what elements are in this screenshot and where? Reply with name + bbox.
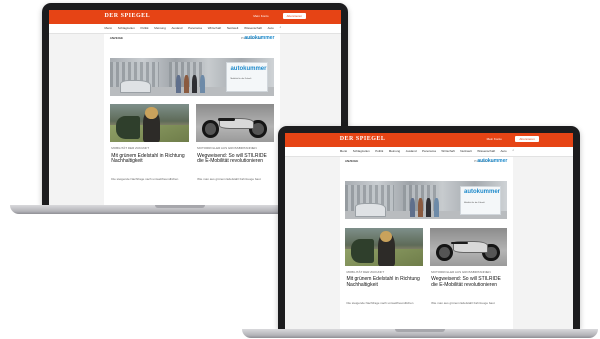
- laptop-front-base: [242, 329, 598, 338]
- content-column: ANZEIGE Präsentiert von autokummer autok…: [339, 157, 513, 329]
- nav-item[interactable]: Menü: [104, 26, 112, 30]
- laptop-front: DER SPIEGEL Mein Konto Abonnieren Menü S…: [240, 124, 600, 339]
- nav-items: Menü Schlagzeilen Politik Meinung Auslan…: [340, 149, 507, 153]
- site-header: DER SPIEGEL Mein Konto Abonnieren: [49, 10, 341, 24]
- ad-box: autokummer Mobilität für die Zukunft: [226, 62, 268, 92]
- ad-label-row: ANZEIGE Präsentiert von autokummer: [109, 35, 275, 43]
- article-card[interactable]: Mobilität der Zukunft Mit grünem Edelsta…: [344, 227, 423, 329]
- laptop-front-lid: DER SPIEGEL Mein Konto Abonnieren Menü S…: [278, 126, 580, 329]
- nav-item[interactable]: Panorama: [422, 149, 436, 153]
- nav-item[interactable]: Menü: [340, 149, 348, 153]
- nav-item[interactable]: Schlagzeilen: [118, 26, 135, 30]
- nav-item[interactable]: Ausland: [172, 26, 183, 30]
- ad-label: ANZEIGE: [344, 159, 359, 163]
- ad-logo: autokummer: [230, 66, 267, 73]
- nav-item[interactable]: Meinung: [389, 149, 401, 153]
- nav-item[interactable]: Wirtschaft: [441, 149, 454, 153]
- article-kicker: Motorroller aus Großbritannien: [431, 270, 491, 275]
- car-image: [119, 80, 152, 94]
- subscribe-button[interactable]: Abonnieren: [282, 13, 306, 19]
- main-nav: Menü Schlagzeilen Politik Meinung Auslan…: [49, 24, 341, 34]
- article-teaser: Die steigende Nachfrage nach umweltfreun…: [111, 176, 179, 181]
- ad-label: ANZEIGE: [109, 36, 124, 40]
- article-teaser: Die steigende Nachfrage nach umweltfreun…: [346, 300, 414, 305]
- article-headline[interactable]: Mit grünem Edelstahl in Richtung Nachhal…: [346, 276, 421, 289]
- nav-item[interactable]: Ausland: [406, 149, 417, 153]
- article-headline[interactable]: Wegweisend: So will STILRIDE die E-Mobil…: [431, 276, 506, 289]
- car-image: [354, 203, 386, 217]
- nav-items: Menü Schlagzeilen Politik Meinung Auslan…: [104, 26, 273, 30]
- main-nav: Menü Schlagzeilen Politik Meinung Auslan…: [285, 147, 573, 157]
- site-header: DER SPIEGEL Mein Konto Abonnieren: [285, 133, 573, 147]
- article-card[interactable]: Motorroller aus Großbritannien Wegweisen…: [429, 227, 508, 329]
- search-icon[interactable]: ⌕: [280, 25, 282, 29]
- article-image[interactable]: [429, 227, 508, 267]
- site-logo[interactable]: DER SPIEGEL: [104, 13, 150, 19]
- sponsor-logo[interactable]: autokummer: [477, 158, 507, 164]
- article-image[interactable]: [344, 227, 423, 267]
- nav-item[interactable]: Auto: [268, 26, 274, 30]
- subscribe-button[interactable]: Abonnieren: [515, 136, 539, 142]
- nav-item[interactable]: Panorama: [188, 26, 202, 30]
- article-kicker: Mobilität der Zukunft: [346, 270, 385, 275]
- nav-item[interactable]: Auto: [501, 149, 507, 153]
- nav-item[interactable]: Wissenschaft: [477, 149, 495, 153]
- ad-banner[interactable]: autokummer Mobilität für die Zukunft: [344, 181, 508, 219]
- article-kicker: Mobilität der Zukunft: [111, 146, 150, 151]
- account-link[interactable]: Mein Konto: [487, 137, 502, 141]
- ad-box: autokummer Mobilität für die Zukunft: [459, 185, 501, 215]
- account-link[interactable]: Mein Konto: [253, 14, 268, 18]
- ad-logo: autokummer: [463, 189, 500, 196]
- nav-item[interactable]: Politik: [375, 149, 383, 153]
- ad-subtitle: Mobilität für die Zukunft: [230, 78, 252, 81]
- nav-item[interactable]: Wissenschaft: [244, 26, 262, 30]
- ad-subtitle: Mobilität für die Zukunft: [463, 201, 485, 204]
- nav-item[interactable]: Wirtschaft: [208, 26, 221, 30]
- article-headline[interactable]: Mit grünem Edelstahl in Richtung Nachhal…: [111, 153, 187, 166]
- article-card[interactable]: Mobilität der Zukunft Mit grünem Edelsta…: [109, 104, 189, 205]
- nav-item[interactable]: Schlagzeilen: [353, 149, 370, 153]
- nav-item[interactable]: Meinung: [154, 26, 166, 30]
- site-logo[interactable]: DER SPIEGEL: [340, 136, 386, 142]
- article-teaser: Wie man aus grünem Edelstahl Fahrzeuge b…: [431, 300, 495, 305]
- nav-item[interactable]: Netzwelt: [227, 26, 239, 30]
- ad-banner[interactable]: autokummer Mobilität für die Zukunft: [109, 57, 275, 96]
- sponsor-logo[interactable]: autokummer: [244, 35, 274, 41]
- search-icon[interactable]: ⌕: [513, 148, 515, 152]
- ad-label-row: ANZEIGE Präsentiert von autokummer: [344, 158, 507, 166]
- nav-item[interactable]: Netzwelt: [460, 149, 472, 153]
- nav-item[interactable]: Politik: [141, 26, 149, 30]
- article-image[interactable]: [109, 104, 189, 143]
- laptop-front-screen: DER SPIEGEL Mein Konto Abonnieren Menü S…: [285, 133, 573, 329]
- website: DER SPIEGEL Mein Konto Abonnieren Menü S…: [285, 133, 573, 329]
